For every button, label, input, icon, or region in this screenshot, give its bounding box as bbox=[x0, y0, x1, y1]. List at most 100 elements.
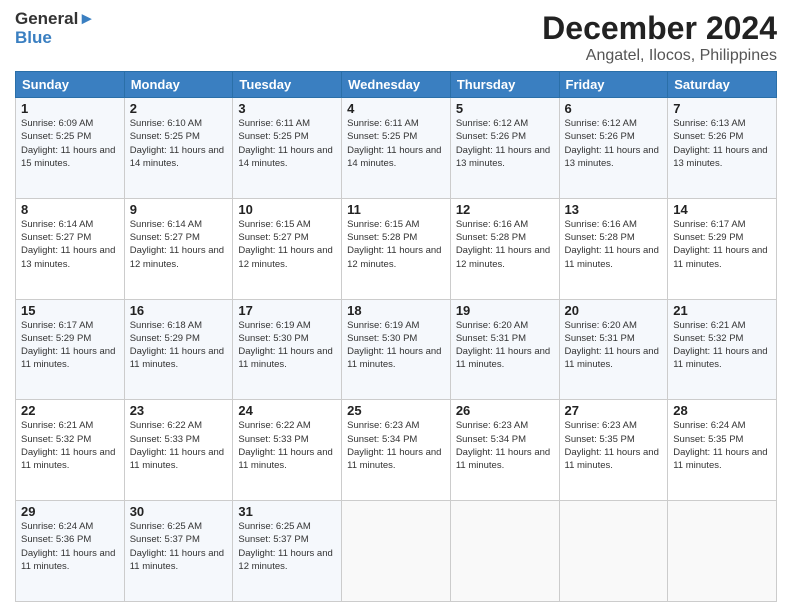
table-row: 7 Sunrise: 6:13 AM Sunset: 5:26 PM Dayli… bbox=[668, 98, 777, 199]
table-row: 8 Sunrise: 6:14 AM Sunset: 5:27 PM Dayli… bbox=[16, 198, 125, 299]
table-row: 26 Sunrise: 6:23 AM Sunset: 5:34 PM Dayl… bbox=[450, 400, 559, 501]
table-row: 14 Sunrise: 6:17 AM Sunset: 5:29 PM Dayl… bbox=[668, 198, 777, 299]
day-number: 24 bbox=[238, 403, 336, 418]
table-row: 2 Sunrise: 6:10 AM Sunset: 5:25 PM Dayli… bbox=[124, 98, 233, 199]
table-row: 4 Sunrise: 6:11 AM Sunset: 5:25 PM Dayli… bbox=[342, 98, 451, 199]
title-block: December 2024 Angatel, Ilocos, Philippin… bbox=[542, 10, 777, 65]
table-row: 19 Sunrise: 6:20 AM Sunset: 5:31 PM Dayl… bbox=[450, 299, 559, 400]
col-tuesday: Tuesday bbox=[233, 72, 342, 98]
table-row: 23 Sunrise: 6:22 AM Sunset: 5:33 PM Dayl… bbox=[124, 400, 233, 501]
day-info: Sunrise: 6:21 AM Sunset: 5:32 PM Dayligh… bbox=[673, 319, 771, 372]
table-row: 18 Sunrise: 6:19 AM Sunset: 5:30 PM Dayl… bbox=[342, 299, 451, 400]
day-info: Sunrise: 6:18 AM Sunset: 5:29 PM Dayligh… bbox=[130, 319, 228, 372]
day-info: Sunrise: 6:20 AM Sunset: 5:31 PM Dayligh… bbox=[565, 319, 663, 372]
day-number: 4 bbox=[347, 101, 445, 116]
calendar-week-row: 8 Sunrise: 6:14 AM Sunset: 5:27 PM Dayli… bbox=[16, 198, 777, 299]
day-number: 9 bbox=[130, 202, 228, 217]
day-info: Sunrise: 6:15 AM Sunset: 5:27 PM Dayligh… bbox=[238, 218, 336, 271]
table-row bbox=[450, 501, 559, 602]
table-row: 5 Sunrise: 6:12 AM Sunset: 5:26 PM Dayli… bbox=[450, 98, 559, 199]
day-info: Sunrise: 6:12 AM Sunset: 5:26 PM Dayligh… bbox=[565, 117, 663, 170]
day-info: Sunrise: 6:16 AM Sunset: 5:28 PM Dayligh… bbox=[456, 218, 554, 271]
day-info: Sunrise: 6:23 AM Sunset: 5:34 PM Dayligh… bbox=[456, 419, 554, 472]
table-row: 31 Sunrise: 6:25 AM Sunset: 5:37 PM Dayl… bbox=[233, 501, 342, 602]
day-info: Sunrise: 6:19 AM Sunset: 5:30 PM Dayligh… bbox=[238, 319, 336, 372]
table-row: 17 Sunrise: 6:19 AM Sunset: 5:30 PM Dayl… bbox=[233, 299, 342, 400]
table-row: 12 Sunrise: 6:16 AM Sunset: 5:28 PM Dayl… bbox=[450, 198, 559, 299]
day-number: 20 bbox=[565, 303, 663, 318]
table-row bbox=[668, 501, 777, 602]
day-number: 11 bbox=[347, 202, 445, 217]
day-info: Sunrise: 6:21 AM Sunset: 5:32 PM Dayligh… bbox=[21, 419, 119, 472]
calendar-week-row: 29 Sunrise: 6:24 AM Sunset: 5:36 PM Dayl… bbox=[16, 501, 777, 602]
day-info: Sunrise: 6:19 AM Sunset: 5:30 PM Dayligh… bbox=[347, 319, 445, 372]
day-number: 12 bbox=[456, 202, 554, 217]
day-number: 1 bbox=[21, 101, 119, 116]
day-number: 2 bbox=[130, 101, 228, 116]
location-subtitle: Angatel, Ilocos, Philippines bbox=[542, 47, 777, 65]
day-number: 5 bbox=[456, 101, 554, 116]
day-info: Sunrise: 6:09 AM Sunset: 5:25 PM Dayligh… bbox=[21, 117, 119, 170]
calendar-table: Sunday Monday Tuesday Wednesday Thursday… bbox=[15, 71, 777, 602]
day-number: 14 bbox=[673, 202, 771, 217]
day-info: Sunrise: 6:16 AM Sunset: 5:28 PM Dayligh… bbox=[565, 218, 663, 271]
day-info: Sunrise: 6:23 AM Sunset: 5:34 PM Dayligh… bbox=[347, 419, 445, 472]
table-row: 27 Sunrise: 6:23 AM Sunset: 5:35 PM Dayl… bbox=[559, 400, 668, 501]
day-info: Sunrise: 6:23 AM Sunset: 5:35 PM Dayligh… bbox=[565, 419, 663, 472]
day-number: 27 bbox=[565, 403, 663, 418]
table-row: 16 Sunrise: 6:18 AM Sunset: 5:29 PM Dayl… bbox=[124, 299, 233, 400]
table-row: 21 Sunrise: 6:21 AM Sunset: 5:32 PM Dayl… bbox=[668, 299, 777, 400]
day-info: Sunrise: 6:11 AM Sunset: 5:25 PM Dayligh… bbox=[238, 117, 336, 170]
table-row: 20 Sunrise: 6:20 AM Sunset: 5:31 PM Dayl… bbox=[559, 299, 668, 400]
col-sunday: Sunday bbox=[16, 72, 125, 98]
day-info: Sunrise: 6:14 AM Sunset: 5:27 PM Dayligh… bbox=[21, 218, 119, 271]
day-info: Sunrise: 6:24 AM Sunset: 5:36 PM Dayligh… bbox=[21, 520, 119, 573]
month-title: December 2024 bbox=[542, 10, 777, 47]
day-number: 26 bbox=[456, 403, 554, 418]
table-row: 15 Sunrise: 6:17 AM Sunset: 5:29 PM Dayl… bbox=[16, 299, 125, 400]
table-row: 29 Sunrise: 6:24 AM Sunset: 5:36 PM Dayl… bbox=[16, 501, 125, 602]
day-number: 28 bbox=[673, 403, 771, 418]
table-row: 22 Sunrise: 6:21 AM Sunset: 5:32 PM Dayl… bbox=[16, 400, 125, 501]
table-row bbox=[559, 501, 668, 602]
calendar-week-row: 1 Sunrise: 6:09 AM Sunset: 5:25 PM Dayli… bbox=[16, 98, 777, 199]
day-number: 16 bbox=[130, 303, 228, 318]
day-info: Sunrise: 6:24 AM Sunset: 5:35 PM Dayligh… bbox=[673, 419, 771, 472]
day-info: Sunrise: 6:25 AM Sunset: 5:37 PM Dayligh… bbox=[130, 520, 228, 573]
day-number: 18 bbox=[347, 303, 445, 318]
day-info: Sunrise: 6:10 AM Sunset: 5:25 PM Dayligh… bbox=[130, 117, 228, 170]
day-number: 17 bbox=[238, 303, 336, 318]
day-number: 25 bbox=[347, 403, 445, 418]
table-row: 25 Sunrise: 6:23 AM Sunset: 5:34 PM Dayl… bbox=[342, 400, 451, 501]
day-number: 13 bbox=[565, 202, 663, 217]
calendar-header-row: Sunday Monday Tuesday Wednesday Thursday… bbox=[16, 72, 777, 98]
day-info: Sunrise: 6:25 AM Sunset: 5:37 PM Dayligh… bbox=[238, 520, 336, 573]
day-info: Sunrise: 6:22 AM Sunset: 5:33 PM Dayligh… bbox=[238, 419, 336, 472]
table-row: 24 Sunrise: 6:22 AM Sunset: 5:33 PM Dayl… bbox=[233, 400, 342, 501]
day-info: Sunrise: 6:22 AM Sunset: 5:33 PM Dayligh… bbox=[130, 419, 228, 472]
day-number: 6 bbox=[565, 101, 663, 116]
col-saturday: Saturday bbox=[668, 72, 777, 98]
header: General► Blue December 2024 Angatel, Ilo… bbox=[15, 10, 777, 65]
table-row: 6 Sunrise: 6:12 AM Sunset: 5:26 PM Dayli… bbox=[559, 98, 668, 199]
table-row: 3 Sunrise: 6:11 AM Sunset: 5:25 PM Dayli… bbox=[233, 98, 342, 199]
day-number: 31 bbox=[238, 504, 336, 519]
day-number: 23 bbox=[130, 403, 228, 418]
day-number: 8 bbox=[21, 202, 119, 217]
day-info: Sunrise: 6:17 AM Sunset: 5:29 PM Dayligh… bbox=[21, 319, 119, 372]
day-number: 15 bbox=[21, 303, 119, 318]
table-row bbox=[342, 501, 451, 602]
calendar-week-row: 22 Sunrise: 6:21 AM Sunset: 5:32 PM Dayl… bbox=[16, 400, 777, 501]
day-info: Sunrise: 6:12 AM Sunset: 5:26 PM Dayligh… bbox=[456, 117, 554, 170]
table-row: 28 Sunrise: 6:24 AM Sunset: 5:35 PM Dayl… bbox=[668, 400, 777, 501]
logo: General► Blue bbox=[15, 10, 95, 47]
table-row: 30 Sunrise: 6:25 AM Sunset: 5:37 PM Dayl… bbox=[124, 501, 233, 602]
day-number: 30 bbox=[130, 504, 228, 519]
table-row: 9 Sunrise: 6:14 AM Sunset: 5:27 PM Dayli… bbox=[124, 198, 233, 299]
col-thursday: Thursday bbox=[450, 72, 559, 98]
calendar-week-row: 15 Sunrise: 6:17 AM Sunset: 5:29 PM Dayl… bbox=[16, 299, 777, 400]
day-info: Sunrise: 6:15 AM Sunset: 5:28 PM Dayligh… bbox=[347, 218, 445, 271]
day-number: 29 bbox=[21, 504, 119, 519]
day-number: 22 bbox=[21, 403, 119, 418]
table-row: 10 Sunrise: 6:15 AM Sunset: 5:27 PM Dayl… bbox=[233, 198, 342, 299]
